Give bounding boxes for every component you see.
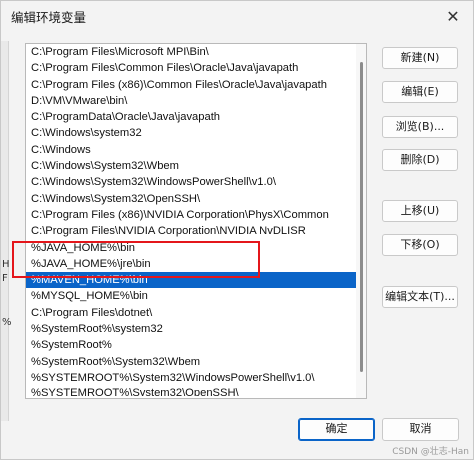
edge-mark-1: H (2, 259, 10, 270)
edge-mark-3: % (2, 317, 12, 328)
path-list-item[interactable]: C:\Program Files\Common Files\Oracle\Jav… (26, 60, 366, 76)
watermark: CSDN @壮志-Han (392, 447, 469, 457)
delete-button[interactable]: 删除(D) (382, 149, 458, 171)
path-list-item[interactable]: C:\Windows (26, 142, 366, 158)
path-list-item[interactable]: %SystemRoot% (26, 337, 366, 353)
path-list-item[interactable]: C:\Program Files\dotnet\ (26, 305, 366, 321)
path-list-item[interactable]: C:\Program Files\NVIDIA Corporation\NVID… (26, 223, 366, 239)
path-list-item[interactable]: %MYSQL_HOME%\bin (26, 288, 366, 304)
path-list-item[interactable]: %SYSTEMROOT%\System32\OpenSSH\ (26, 386, 366, 396)
path-list-item[interactable]: %SYSTEMROOT%\System32\WindowsPowerShell\… (26, 370, 366, 386)
path-list-item[interactable]: C:\ProgramData\Oracle\Java\javapath (26, 109, 366, 125)
scrollbar-thumb[interactable] (360, 62, 363, 372)
path-list-item[interactable]: C:\Program Files (x86)\NVIDIA Corporatio… (26, 207, 366, 223)
edit-env-variable-dialog: 编辑环境变量 ✕ H F % C:\Program Files\Microsof… (0, 0, 474, 460)
edit-text-button[interactable]: 编辑文本(T)... (382, 286, 458, 308)
path-list-item[interactable]: %SystemRoot%\System32\Wbem (26, 354, 366, 370)
background-window-edge: H F % (1, 41, 12, 421)
path-list-item[interactable]: C:\Windows\system32 (26, 125, 366, 141)
close-icon[interactable]: ✕ (443, 7, 463, 27)
dialog-title: 编辑环境变量 (11, 9, 87, 25)
path-list[interactable]: C:\Program Files\Microsoft MPI\Bin\ C:\Pr… (25, 43, 367, 399)
ok-button[interactable]: 确定 (298, 418, 375, 441)
edge-mark-2: F (2, 273, 8, 284)
new-button[interactable]: 新建(N) (382, 47, 458, 69)
move-down-button[interactable]: 下移(O) (382, 234, 458, 256)
red-highlight-annotation (12, 241, 260, 278)
path-list-item[interactable]: C:\Program Files\Microsoft MPI\Bin\ (26, 44, 366, 60)
browse-button[interactable]: 浏览(B)... (382, 116, 458, 138)
cancel-button[interactable]: 取消 (382, 418, 459, 441)
path-list-item[interactable]: C:\Program Files (x86)\Common Files\Orac… (26, 77, 366, 93)
vertical-scrollbar[interactable] (356, 44, 366, 398)
path-list-item[interactable]: C:\Windows\System32\OpenSSH\ (26, 191, 366, 207)
path-list-item[interactable]: C:\Windows\System32\WindowsPowerShell\v1… (26, 174, 366, 190)
move-up-button[interactable]: 上移(U) (382, 200, 458, 222)
path-list-item[interactable]: C:\Windows\System32\Wbem (26, 158, 366, 174)
title-bar: 编辑环境变量 ✕ (1, 1, 474, 31)
path-list-item[interactable]: D:\VM\VMware\bin\ (26, 93, 366, 109)
path-list-item[interactable]: %SystemRoot%\system32 (26, 321, 366, 337)
edit-button[interactable]: 编辑(E) (382, 81, 458, 103)
